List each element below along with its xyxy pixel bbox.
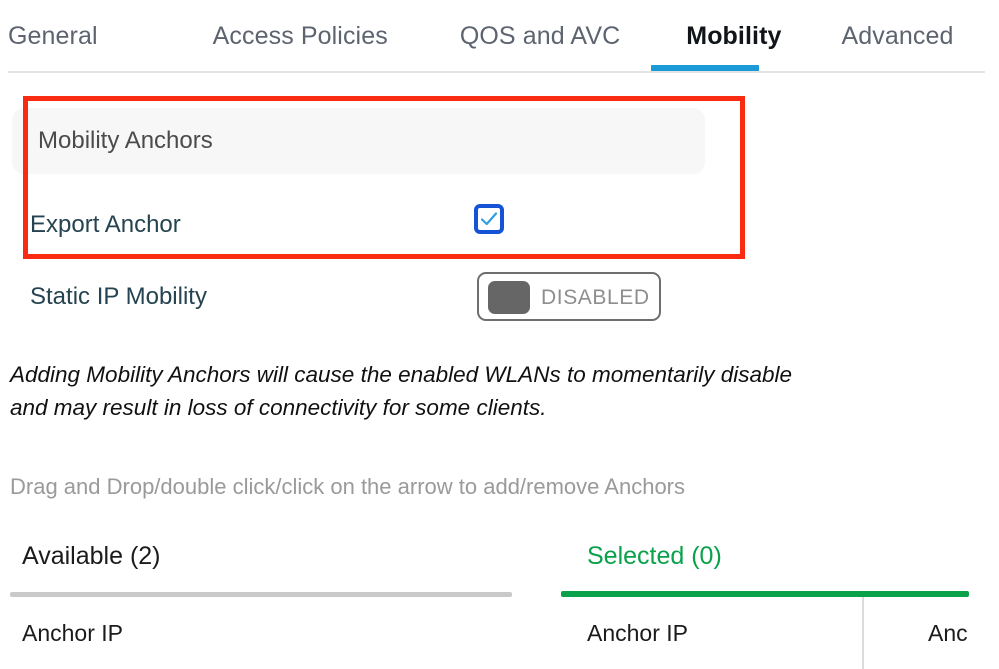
tab-mobility[interactable]: Mobility bbox=[686, 20, 781, 52]
tab-list: General Access Policies QOS and AVC Mobi… bbox=[0, 20, 954, 52]
static-ip-mobility-label: Static IP Mobility bbox=[30, 283, 207, 310]
tab-qos-and-avc[interactable]: QOS and AVC bbox=[460, 20, 620, 52]
tab-general[interactable]: General bbox=[8, 20, 98, 52]
tab-advanced[interactable]: Advanced bbox=[842, 20, 954, 52]
drag-drop-hint: Drag and Drop/double click/click on the … bbox=[10, 474, 686, 499]
mobility-tab-page: General Access Policies QOS and AVC Mobi… bbox=[0, 0, 999, 669]
tab-bar: General Access Policies QOS and AVC Mobi… bbox=[0, 0, 999, 73]
warning-line-1: Adding Mobility Anchors will cause the e… bbox=[10, 362, 793, 387]
selected-list-title: Selected (0) bbox=[587, 542, 722, 570]
selected-column-anchor-priority[interactable]: Anc bbox=[928, 617, 999, 649]
selected-column-separator bbox=[862, 597, 864, 669]
selected-column-anchor-ip[interactable]: Anchor IP bbox=[587, 617, 688, 649]
static-ip-mobility-toggle[interactable]: DISABLED bbox=[477, 272, 661, 321]
export-anchor-checkbox[interactable] bbox=[474, 204, 504, 234]
mobility-anchors-panel-header: Mobility Anchors bbox=[12, 108, 705, 174]
toggle-state-label: DISABLED bbox=[541, 286, 650, 309]
selected-list-divider bbox=[561, 591, 969, 597]
available-list-divider bbox=[10, 592, 512, 597]
tab-bar-divider bbox=[8, 71, 985, 73]
checkmark-icon bbox=[480, 212, 498, 226]
available-column-anchor-ip[interactable]: Anchor IP bbox=[22, 617, 123, 649]
toggle-knob bbox=[488, 281, 530, 314]
warning-line-2: and may result in loss of connectivity f… bbox=[10, 395, 547, 420]
available-list-title: Available (2) bbox=[22, 542, 161, 570]
export-anchor-label: Export Anchor bbox=[30, 211, 181, 238]
mobility-warning-text: Adding Mobility Anchors will cause the e… bbox=[10, 358, 910, 424]
panel-title: Mobility Anchors bbox=[38, 127, 213, 154]
tab-access-policies[interactable]: Access Policies bbox=[213, 20, 388, 52]
